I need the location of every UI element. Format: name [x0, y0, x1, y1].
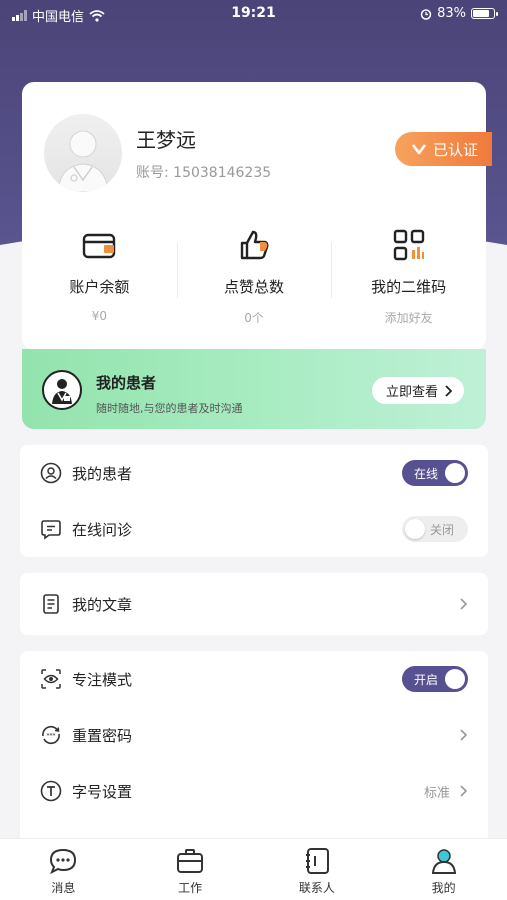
toggle-knob [405, 519, 425, 539]
avatar[interactable] [44, 114, 122, 192]
row-label: 我的患者 [72, 464, 133, 483]
stat-value: 添加好友 [384, 311, 433, 325]
qr-code-icon [331, 226, 486, 264]
stat-balance[interactable]: 账户余额 ¥0 [22, 222, 177, 332]
row-label: 字号设置 [72, 782, 133, 801]
font-size-icon [40, 780, 62, 802]
font-size-value: 标准 [423, 785, 450, 801]
svg-text:***: *** [47, 733, 56, 740]
view-now-button[interactable]: 立即查看 [371, 377, 464, 404]
message-icon [48, 847, 78, 875]
verified-label: 已认证 [432, 140, 478, 159]
online-toggle[interactable]: 在线 [402, 460, 468, 486]
verified-badge[interactable]: 已认证 [394, 132, 492, 166]
profile-icon [429, 847, 459, 875]
chevron-right-icon [445, 384, 452, 397]
articles-section: 我的文章 [20, 573, 488, 635]
tab-messages[interactable]: 消息 [0, 839, 127, 900]
tab-contacts[interactable]: 联系人 [254, 839, 381, 900]
toggle-label: 在线 [414, 466, 439, 481]
preferences-section: 专注模式 开启 *** 重置密码 字号设置 标准 [20, 651, 488, 851]
user-circle-icon [40, 462, 62, 484]
status-bar: 中国电信 19:21 83% [0, 0, 507, 30]
briefcase-icon [175, 847, 205, 875]
tab-label: 消息 [51, 881, 76, 895]
user-name: 王梦远 [136, 128, 196, 152]
battery-percent: 83% [437, 6, 466, 21]
bottom-tab-bar: 消息 工作 联系人 我的 [0, 838, 507, 900]
stat-value: ¥0 [91, 309, 107, 323]
row-online-consultation[interactable]: 在线问诊 关闭 [20, 501, 488, 557]
contacts-icon [302, 847, 332, 875]
row-reset-password[interactable]: *** 重置密码 [20, 707, 488, 763]
alarm-icon [420, 8, 432, 20]
banner-subtitle: 随时随地,与您的患者及时沟通 [96, 402, 243, 415]
banner-title: 我的患者 [96, 374, 157, 392]
row-focus-mode[interactable]: 专注模式 开启 [20, 651, 488, 707]
eye-focus-icon [40, 668, 62, 690]
stats-row: 账户余额 ¥0 点赞总数 0个 我的二维码 添加好友 [22, 222, 486, 332]
account-number-row: 账号: 15038146235 [136, 162, 271, 182]
verified-v-icon [411, 144, 427, 155]
row-font-size[interactable]: 字号设置 标准 [20, 763, 488, 819]
stat-label: 点赞总数 [224, 278, 285, 296]
tab-work[interactable]: 工作 [127, 839, 254, 900]
status-settings-section: 我的患者 在线 在线问诊 关闭 [20, 445, 488, 557]
chevron-right-icon [460, 785, 468, 797]
chat-icon [40, 518, 62, 540]
account-label: 账号: [136, 165, 169, 181]
chevron-right-icon [460, 729, 468, 741]
patient-avatar-icon [42, 370, 82, 410]
toggle-knob [445, 463, 465, 483]
consultation-toggle[interactable]: 关闭 [402, 516, 468, 542]
toggle-knob [445, 669, 465, 689]
view-now-label: 立即查看 [385, 385, 438, 400]
toggle-label: 关闭 [429, 522, 454, 537]
wallet-icon [22, 226, 177, 264]
row-label: 我的文章 [72, 595, 133, 614]
profile-card: 王梦远 账号: 15038146235 已认证 账户余额 ¥0 点赞总数 0个 … [22, 82, 492, 350]
tab-label: 联系人 [298, 881, 335, 895]
row-my-articles[interactable]: 我的文章 [20, 573, 488, 635]
stat-qr-code[interactable]: 我的二维码 添加好友 [331, 222, 486, 332]
row-label: 专注模式 [72, 670, 133, 689]
row-label: 在线问诊 [72, 520, 133, 539]
thumbs-up-icon [177, 226, 332, 264]
patients-banner[interactable]: 我的患者 随时随地,与您的患者及时沟通 立即查看 [22, 349, 486, 429]
toggle-label: 开启 [414, 672, 439, 687]
document-icon [40, 593, 62, 615]
password-icon: *** [40, 724, 62, 746]
battery-icon [471, 8, 498, 19]
account-number: 15038146235 [173, 165, 272, 181]
stat-value: 0个 [244, 311, 264, 325]
chevron-right-icon [460, 598, 468, 610]
tab-label: 工作 [178, 881, 203, 895]
stat-label: 账户余额 [69, 278, 130, 296]
tab-label: 我的 [431, 881, 456, 895]
row-my-patients[interactable]: 我的患者 在线 [20, 445, 488, 501]
tab-mine[interactable]: 我的 [380, 839, 507, 900]
row-label: 重置密码 [72, 726, 133, 745]
stat-label: 我的二维码 [371, 278, 447, 296]
stat-likes[interactable]: 点赞总数 0个 [176, 222, 332, 332]
focus-mode-toggle[interactable]: 开启 [402, 666, 468, 692]
